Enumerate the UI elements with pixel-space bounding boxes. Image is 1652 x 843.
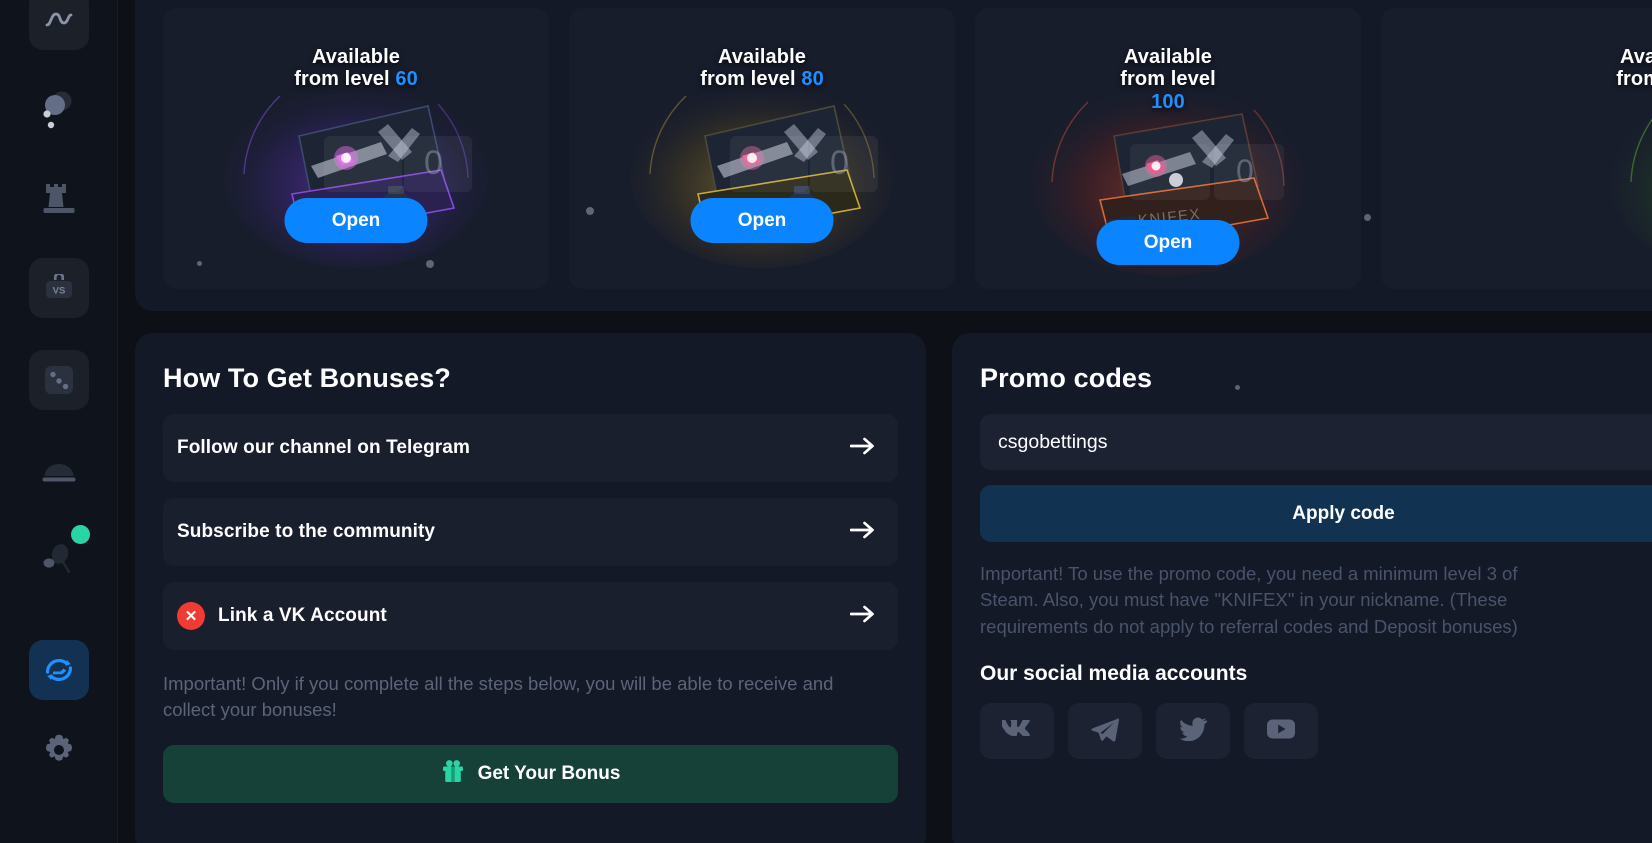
get-bonus-button[interactable]: Get Your Bonus — [163, 744, 898, 803]
case-level-value: 60 — [395, 68, 418, 91]
tower-icon — [42, 182, 76, 214]
case-card[interactable]: Available from level 60 0 Open — [163, 8, 549, 289]
case-card[interactable]: Available from level 100 KNIFEX 0 Open — [975, 8, 1361, 289]
case-availability: Available from level 80 — [569, 8, 955, 91]
bottom-row: How To Get Bonuses? Follow our channel o… — [135, 333, 1652, 843]
social-media-row — [980, 702, 1652, 759]
task-vk-account[interactable]: ✕ Link a VK Account — [163, 582, 898, 650]
bonuses-title: How To Get Bonuses? — [163, 363, 451, 393]
case-availability-line1: Available — [1620, 46, 1652, 68]
youtube-icon — [1266, 718, 1296, 743]
dice-icon — [43, 364, 75, 396]
case-availability: Available from level — [1381, 8, 1652, 91]
gift-icon — [441, 758, 465, 789]
left-sidebar: VS — [0, 0, 118, 843]
social-media-title: Our social media accounts — [980, 661, 1248, 685]
bonuses-note: Important! Only if you complete all the … — [163, 673, 834, 721]
arrow-right-icon — [849, 604, 876, 629]
open-case-button[interactable]: Open — [1096, 220, 1240, 265]
task-community[interactable]: Subscribe to the community — [163, 498, 898, 566]
vk-icon — [998, 718, 1032, 742]
case-card[interactable]: Available from level 80 0 Open — [569, 8, 955, 289]
case-availability-line1: Available — [1124, 46, 1212, 68]
sidebar-item-battles[interactable]: VS — [29, 258, 89, 318]
sidebar-item-dice[interactable] — [29, 350, 89, 410]
task-label: Link a VK Account — [218, 605, 387, 626]
chart-line-icon — [44, 9, 74, 31]
case-availability: Available from level 100 — [975, 8, 1361, 113]
promo-title: Promo codes — [980, 363, 1153, 393]
promo-note: Important! To use the promo code, you ne… — [980, 563, 1518, 637]
decor-dot — [1364, 214, 1371, 221]
get-bonus-label: Get Your Bonus — [477, 762, 621, 784]
arrow-right-icon — [849, 520, 876, 545]
social-vk-button[interactable] — [980, 702, 1054, 759]
bonuses-panel: How To Get Bonuses? Follow our channel o… — [135, 333, 926, 843]
case-level-value: 80 — [801, 68, 824, 91]
arrow-right-icon — [849, 436, 876, 461]
sidebar-item-crash[interactable] — [29, 525, 90, 590]
sidebar-item-contract[interactable] — [29, 640, 89, 700]
contract-icon — [41, 652, 77, 688]
case-vs-icon: VS — [43, 274, 75, 302]
main-content: Available from level 60 0 Open Available… — [118, 0, 1652, 843]
sidebar-item-roulette[interactable] — [29, 440, 89, 500]
open-case-button[interactable]: Open — [284, 198, 428, 243]
social-twitter-button[interactable] — [1156, 702, 1230, 759]
sidebar-item-tower[interactable] — [29, 168, 89, 228]
roulette-icon — [42, 457, 76, 483]
balloon-icon — [39, 540, 79, 580]
error-x-icon: ✕ — [177, 602, 205, 630]
svg-text:VS: VS — [53, 286, 66, 297]
sidebar-item-settings[interactable] — [29, 720, 89, 780]
task-label: Subscribe to the community — [177, 521, 436, 542]
decor-dot — [426, 260, 434, 268]
decor-dot — [197, 261, 202, 266]
twitter-icon — [1179, 717, 1208, 744]
case-availability: Available from level 60 — [163, 8, 549, 91]
social-youtube-button[interactable] — [1244, 702, 1318, 759]
telegram-icon — [1091, 717, 1120, 745]
open-case-button[interactable]: Open — [690, 198, 834, 243]
task-label: Follow our channel on Telegram — [177, 437, 470, 458]
notification-badge — [71, 525, 90, 544]
case-availability-line2: from level — [1616, 68, 1652, 91]
social-telegram-button[interactable] — [1068, 702, 1142, 759]
page-root: VS Available from level 60 0 Open Availa… — [0, 0, 1652, 843]
coins-icon — [37, 90, 81, 134]
promo-panel: Promo codes Apply code Important! To use… — [952, 333, 1652, 843]
case-availability-line1: Available — [312, 46, 400, 68]
promo-code-input[interactable] — [980, 414, 1652, 470]
gear-icon — [41, 732, 77, 768]
decor-dot — [586, 207, 594, 215]
sidebar-item-upgrade-chart[interactable] — [29, 0, 89, 50]
decor-dot — [1235, 385, 1240, 390]
case-level-value: 100 — [1151, 90, 1185, 113]
case-artwork: KNIFEX — [1611, 114, 1652, 250]
sidebar-item-coins[interactable] — [29, 82, 89, 142]
case-availability-line1: Available — [718, 46, 806, 68]
case-availability-line2: from level — [700, 68, 796, 91]
case-availability-line2: from level — [294, 68, 390, 91]
task-telegram[interactable]: Follow our channel on Telegram — [163, 414, 898, 482]
case-card[interactable]: Available from level — [1381, 8, 1652, 289]
case-availability-line2: from level — [1120, 68, 1216, 91]
cases-strip: Available from level 60 0 Open Available… — [135, 0, 1652, 311]
apply-code-button[interactable]: Apply code — [980, 485, 1652, 542]
